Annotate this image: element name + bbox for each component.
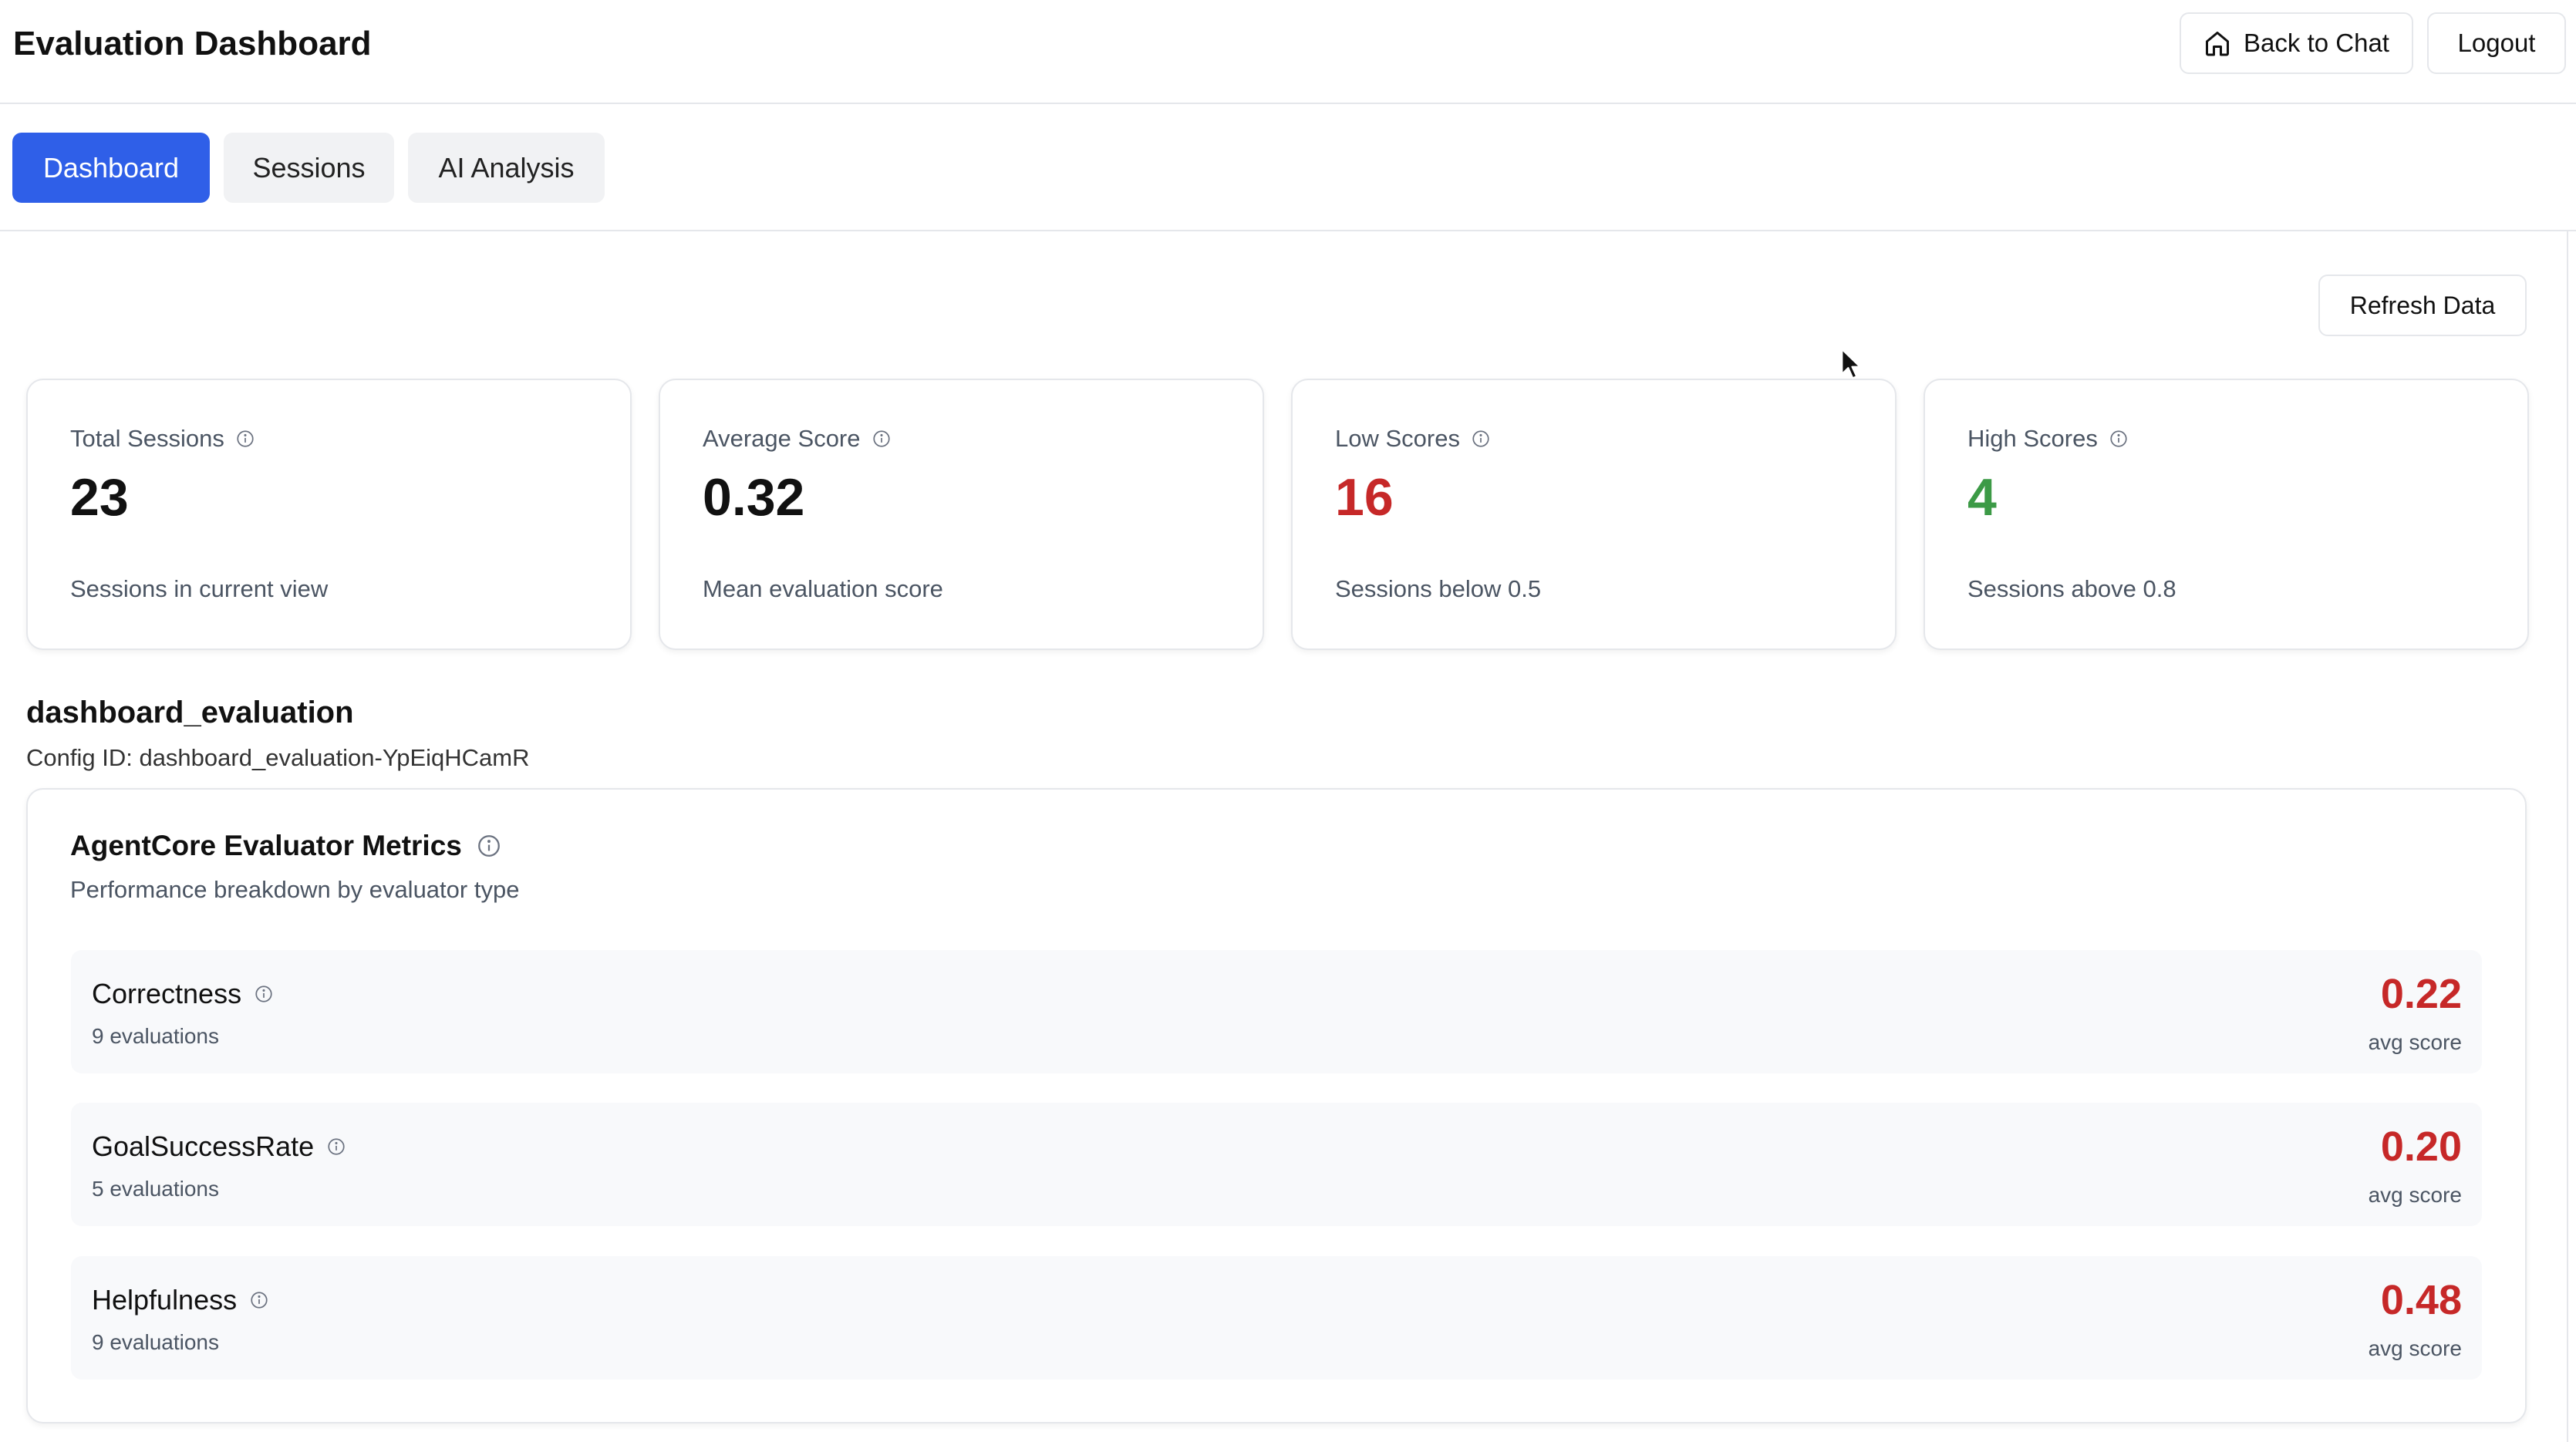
metrics-title: AgentCore Evaluator Metrics	[70, 830, 502, 862]
stat-description: Mean evaluation score	[703, 575, 943, 602]
stat-description: Sessions above 0.8	[1967, 575, 2176, 602]
stat-card-high-scores: High Scores 4 Sessions above 0.8	[1924, 379, 2529, 650]
stat-label-text: Total Sessions	[70, 425, 224, 452]
stat-label-text: Low Scores	[1335, 425, 1460, 452]
stat-label-text: High Scores	[1967, 425, 2098, 452]
tab-ai-analysis[interactable]: AI Analysis	[408, 133, 605, 203]
info-icon[interactable]	[326, 1137, 346, 1157]
config-name: dashboard_evaluation	[26, 696, 354, 729]
metric-name-text: Correctness	[92, 978, 242, 1009]
stat-card-low-scores: Low Scores 16 Sessions below 0.5	[1291, 379, 1897, 650]
metric-row-goal-success-rate: GoalSuccessRate 5 evaluations 0.20 avg s…	[71, 1103, 2482, 1226]
tab-dashboard[interactable]: Dashboard	[12, 133, 210, 203]
stat-card-average-score: Average Score 0.32 Mean evaluation score	[659, 379, 1264, 650]
stat-description: Sessions below 0.5	[1335, 575, 1542, 602]
evaluator-metrics-card: AgentCore Evaluator Metrics Performance …	[26, 788, 2527, 1423]
info-icon[interactable]	[254, 984, 274, 1004]
stat-label: Total Sessions	[70, 425, 255, 453]
metric-count: 9 evaluations	[92, 1330, 220, 1354]
info-icon[interactable]	[872, 429, 892, 449]
info-icon[interactable]	[476, 833, 502, 859]
metric-name-text: GoalSuccessRate	[92, 1130, 315, 1162]
metrics-subtitle: Performance breakdown by evaluator type	[70, 876, 520, 903]
stat-label-text: Average Score	[703, 425, 861, 452]
metric-score: 0.22	[2380, 971, 2462, 1017]
info-icon[interactable]	[1471, 429, 1491, 449]
metric-count: 9 evaluations	[92, 1024, 220, 1048]
metric-score: 0.20	[2380, 1124, 2462, 1170]
back-to-chat-label: Back to Chat	[2244, 29, 2389, 57]
stat-value: 0.32	[703, 468, 805, 527]
back-to-chat-button[interactable]: Back to Chat	[2180, 12, 2413, 74]
metric-count: 5 evaluations	[92, 1177, 220, 1201]
tab-bar: Dashboard Sessions AI Analysis	[0, 104, 2576, 231]
metric-name: Correctness	[92, 978, 274, 1010]
page-title: Evaluation Dashboard	[13, 25, 372, 62]
logout-label: Logout	[2457, 29, 2536, 57]
info-icon[interactable]	[249, 1290, 269, 1310]
scrollbar[interactable]	[2567, 231, 2568, 1442]
info-icon[interactable]	[2109, 429, 2129, 449]
stat-label: Average Score	[703, 425, 892, 453]
stat-value: 23	[70, 468, 129, 527]
stat-description: Sessions in current view	[70, 575, 329, 602]
home-icon	[2206, 32, 2230, 56]
metric-name: GoalSuccessRate	[92, 1130, 346, 1163]
logout-button[interactable]: Logout	[2427, 12, 2566, 74]
stat-label: High Scores	[1967, 425, 2129, 453]
app-header: Evaluation Dashboard Back to Chat Logout	[0, 0, 2576, 104]
metric-row-correctness: Correctness 9 evaluations 0.22 avg score	[71, 950, 2482, 1073]
metric-score-label: avg score	[2368, 1030, 2462, 1054]
stat-value: 16	[1335, 468, 1394, 527]
stat-label: Low Scores	[1335, 425, 1491, 453]
stat-card-total-sessions: Total Sessions 23 Sessions in current vi…	[26, 379, 632, 650]
metrics-title-text: AgentCore Evaluator Metrics	[70, 830, 462, 861]
tab-sessions[interactable]: Sessions	[224, 133, 394, 203]
metric-row-helpfulness: Helpfulness 9 evaluations 0.48 avg score	[71, 1256, 2482, 1380]
metric-score-label: avg score	[2368, 1183, 2462, 1207]
config-id: Config ID: dashboard_evaluation-YpEiqHCa…	[26, 744, 530, 771]
info-icon[interactable]	[235, 429, 255, 449]
stat-value: 4	[1967, 468, 1997, 527]
mouse-cursor-icon	[1841, 348, 1861, 379]
metric-score: 0.48	[2380, 1277, 2462, 1323]
refresh-data-button[interactable]: Refresh Data	[2318, 275, 2527, 336]
metric-name: Helpfulness	[92, 1284, 269, 1316]
metric-name-text: Helpfulness	[92, 1284, 238, 1316]
metric-score-label: avg score	[2368, 1336, 2462, 1360]
